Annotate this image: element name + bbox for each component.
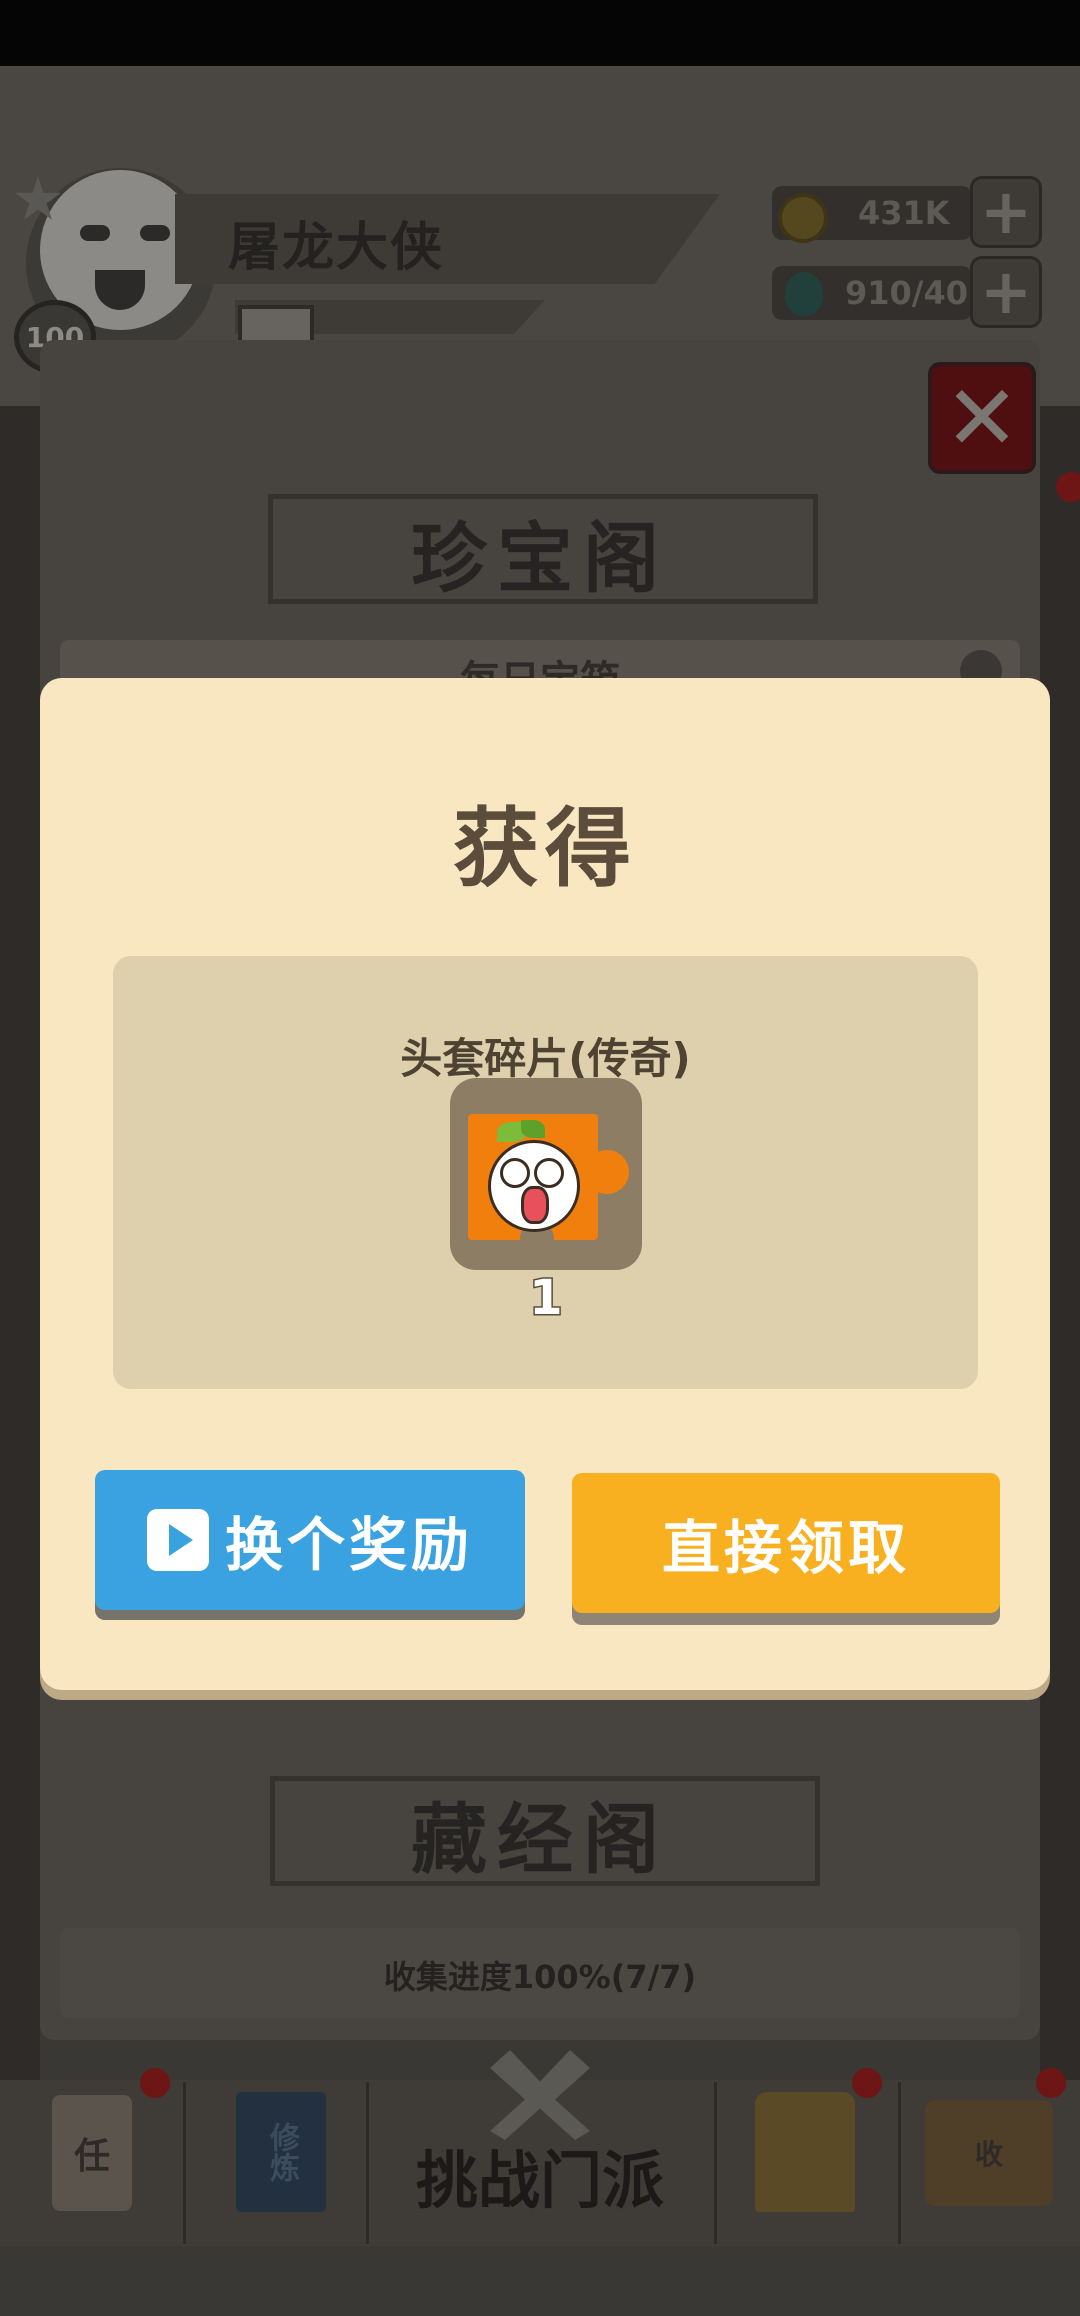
dialog-title: 获得 [453,799,637,899]
status-bar [0,0,1080,66]
notification-dot [140,2068,170,2098]
item-count: 1 [528,1269,564,1328]
add-gem-button[interactable]: + [970,256,1042,328]
system-nav-bar [0,2246,1080,2316]
notification-dot [1056,472,1080,502]
item-name: 头套碎片(传奇) [400,1034,691,1083]
glasses-icon [534,1158,564,1188]
library-title: 藏经阁 [411,1795,669,1884]
notification-dot [852,2068,882,2098]
notification-dot [1036,2068,1066,2098]
avatar-eye [140,225,170,241]
glasses-icon [500,1158,530,1188]
player-name: 屠龙大侠 [228,218,445,278]
video-play-icon [146,1509,209,1571]
gem-amount: 910/40 [845,274,969,312]
claim-button[interactable]: 直接领取 [572,1473,1000,1613]
challenge-label: 挑战门派 [415,2144,664,2217]
mascot-mouth [521,1186,549,1224]
shop-icon [755,2092,855,2212]
close-button[interactable]: ✕ [928,362,1036,474]
cultivate-book-icon: 修炼 [236,2092,326,2212]
coin-icon [778,193,828,243]
treasure-title: 珍宝阁 [411,514,669,603]
collect-gate-icon: 收 [925,2100,1053,2206]
gold-amount: 431K [858,194,950,232]
claim-label: 直接领取 [661,1514,910,1582]
puzzle-knob [585,1150,629,1194]
gem-icon [785,272,823,316]
change-reward-button[interactable]: 换个奖励 [95,1470,525,1610]
add-gold-button[interactable]: + [970,176,1042,248]
change-reward-label: 换个奖励 [224,1511,473,1579]
collection-progress: 收集进度100%(7/7) [383,1958,697,1996]
leaf-icon [521,1120,545,1138]
avatar-eye [80,225,110,241]
task-scroll-icon: 任 [52,2095,132,2211]
